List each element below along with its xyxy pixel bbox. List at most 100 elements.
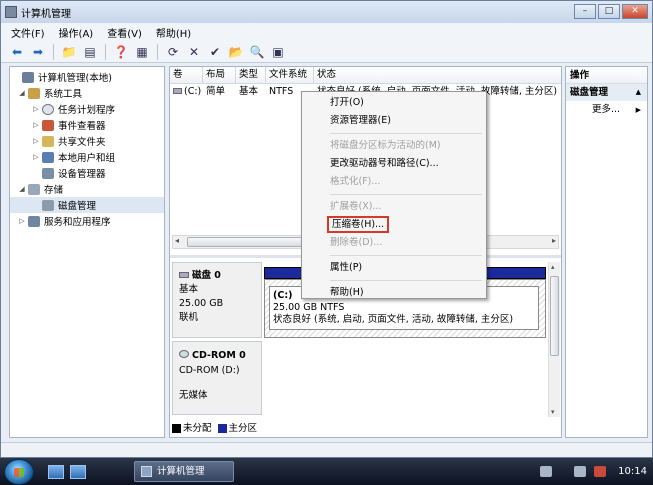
tree-item-local-users[interactable]: ▷ 本地用户和组 — [10, 149, 164, 165]
maximize-icon[interactable]: □ — [598, 4, 620, 19]
tree-item-label: 存储 — [44, 185, 64, 196]
toolbar-separator — [53, 43, 54, 60]
close-icon[interactable]: ✕ — [622, 4, 648, 19]
context-menu-extend-volume: 扩展卷(X)... — [330, 201, 382, 212]
tree-item-task-scheduler[interactable]: ▷ 任务计划程序 — [10, 101, 164, 117]
menu-separator — [330, 255, 482, 256]
taskbar: 计算机管理 10:14 — [0, 458, 653, 485]
computer-management-icon — [141, 466, 152, 477]
disk-size: 25.00 GB — [179, 298, 224, 309]
taskbar-button-computer-management[interactable]: 计算机管理 — [134, 461, 234, 482]
tree-item-disk-management[interactable]: 磁盘管理 — [10, 197, 164, 213]
volume-icon[interactable] — [594, 466, 607, 477]
context-menu-mark-active: 将磁盘分区标为活动的(M) — [330, 140, 441, 151]
back-arrow-icon[interactable]: ⬅ — [9, 44, 25, 60]
menu-bar: 文件(F) 操作(A) 查看(V) 帮助(H) — [1, 23, 652, 41]
expand-icon[interactable]: ◢ — [18, 185, 26, 193]
window-controls: – □ ✕ — [574, 4, 648, 19]
partition-size: 25.00 GB NTFS — [273, 302, 345, 313]
check-icon[interactable]: ✔ — [207, 44, 223, 60]
menu-view[interactable]: 查看(V) — [107, 25, 142, 40]
expand-icon[interactable]: ▷ — [32, 121, 40, 129]
switch-windows-icon[interactable] — [70, 464, 86, 479]
minimize-icon[interactable]: – — [574, 4, 596, 19]
disk-0-info[interactable]: 磁盘 0 基本 25.00 GB 联机 — [172, 262, 262, 338]
start-button[interactable] — [4, 458, 34, 485]
refresh-icon[interactable]: ⟳ — [165, 44, 181, 60]
menu-help[interactable]: 帮助(H) — [156, 25, 191, 40]
tree-item-system-tools[interactable]: ◢ 系统工具 — [10, 85, 164, 101]
forward-arrow-icon[interactable]: ➡ — [30, 44, 46, 60]
collapse-icon[interactable]: ▲ — [636, 84, 641, 101]
context-menu-properties[interactable]: 属性(P) — [304, 259, 484, 277]
cdrom-title: CD-ROM 0 — [179, 348, 255, 363]
network-icon[interactable] — [574, 466, 587, 477]
tree-item-shared-folders[interactable]: ▷ 共享文件夹 — [10, 133, 164, 149]
menu-file[interactable]: 文件(F) — [11, 25, 45, 40]
column-header-filesystem[interactable]: 文件系统 — [266, 67, 314, 83]
disk-0-title: 磁盘 0 — [179, 269, 255, 283]
context-menu-change-drive-letter[interactable]: 更改驱动器号和路径(C)... — [304, 155, 484, 173]
column-header-volume[interactable]: 卷 — [170, 67, 203, 83]
actions-section-disk-management[interactable]: 磁盘管理 ▲ — [566, 84, 647, 101]
tree-item-label: 事件查看器 — [58, 121, 106, 132]
expand-icon[interactable]: ▷ — [32, 137, 40, 145]
event-viewer-icon — [42, 119, 54, 131]
context-menu-help[interactable]: 帮助(H) — [304, 284, 484, 302]
expand-icon[interactable]: ▷ — [18, 217, 26, 225]
tree-item-label: 服务和应用程序 — [44, 217, 111, 228]
cdrom-name: CD-ROM 0 — [192, 350, 246, 361]
scroll-down-icon[interactable]: ▾ — [551, 408, 555, 416]
actions-more[interactable]: 更多... ▶ — [566, 101, 647, 119]
scroll-up-icon[interactable]: ▴ — [551, 263, 555, 271]
keyboard-icon[interactable] — [540, 466, 553, 477]
context-menu-explorer[interactable]: 资源管理器(E) — [304, 112, 484, 130]
context-menu-format: 格式化(F)... — [330, 176, 381, 187]
title-bar[interactable]: 计算机管理 – □ ✕ — [1, 1, 652, 23]
open-folder-icon[interactable]: 📂 — [228, 44, 244, 60]
expand-icon[interactable]: ◢ — [18, 89, 26, 97]
legend-label: 主分区 — [228, 423, 258, 434]
services-icon — [28, 215, 40, 227]
scroll-right-icon[interactable]: ▸ — [552, 236, 556, 245]
context-menu-shrink-volume[interactable]: 压缩卷(H)... — [304, 216, 484, 234]
scroll-left-icon[interactable]: ◂ — [175, 236, 179, 245]
actions-pane: 操作 磁盘管理 ▲ 更多... ▶ — [565, 66, 648, 438]
tree-item-services-apps[interactable]: ▷ 服务和应用程序 — [10, 213, 164, 229]
legend-unallocated: 未分配 — [172, 420, 212, 434]
context-menu-open[interactable]: 打开(O) — [304, 94, 484, 112]
toolbar-separator — [105, 43, 106, 60]
system-tray: 10:14 — [540, 458, 653, 485]
context-menu-delete-volume: 删除卷(D)... — [330, 237, 383, 248]
tree-item-storage[interactable]: ◢ 存储 — [10, 181, 164, 197]
show-desktop-icon[interactable] — [48, 464, 64, 479]
clock[interactable]: 10:14 — [618, 466, 647, 477]
storage-icon — [28, 183, 40, 195]
cdrom-info[interactable]: CD-ROM 0 CD-ROM (D:) 无媒体 — [172, 341, 262, 415]
tree-item-label: 磁盘管理 — [58, 201, 97, 212]
up-folder-icon[interactable]: 📁 — [61, 44, 77, 60]
export-icon[interactable]: ▣ — [270, 44, 286, 60]
tree-item-event-viewer[interactable]: ▷ 事件查看器 — [10, 117, 164, 133]
tree-item-device-manager[interactable]: 设备管理器 — [10, 165, 164, 181]
show-hide-tree-icon[interactable]: ▤ — [82, 44, 98, 60]
vertical-scrollbar[interactable]: ▴ ▾ — [548, 262, 560, 417]
column-header-layout[interactable]: 布局 — [203, 67, 236, 83]
search-icon[interactable]: 🔍 — [249, 44, 265, 60]
scroll-thumb[interactable] — [550, 276, 559, 356]
column-header-type[interactable]: 类型 — [236, 67, 266, 83]
chevron-right-icon: ▶ — [635, 106, 641, 114]
delete-icon[interactable]: ✕ — [186, 44, 202, 60]
tree-item-computer-management[interactable]: 计算机管理(本地) — [10, 69, 164, 85]
help-icon[interactable]: ❓ — [113, 44, 129, 60]
menu-separator — [330, 133, 482, 134]
expand-icon[interactable]: ▷ — [32, 105, 40, 113]
column-header-status[interactable]: 状态 — [314, 67, 561, 83]
cdrom-area[interactable] — [264, 341, 546, 415]
tree-item-label: 共享文件夹 — [58, 137, 106, 148]
menu-action[interactable]: 操作(A) — [59, 25, 94, 40]
expand-icon[interactable]: ▷ — [32, 153, 40, 161]
legend: 未分配 主分区 — [172, 419, 559, 435]
properties-icon[interactable]: ▦ — [134, 44, 150, 60]
cdrom-drive: CD-ROM (D:) — [179, 365, 240, 376]
